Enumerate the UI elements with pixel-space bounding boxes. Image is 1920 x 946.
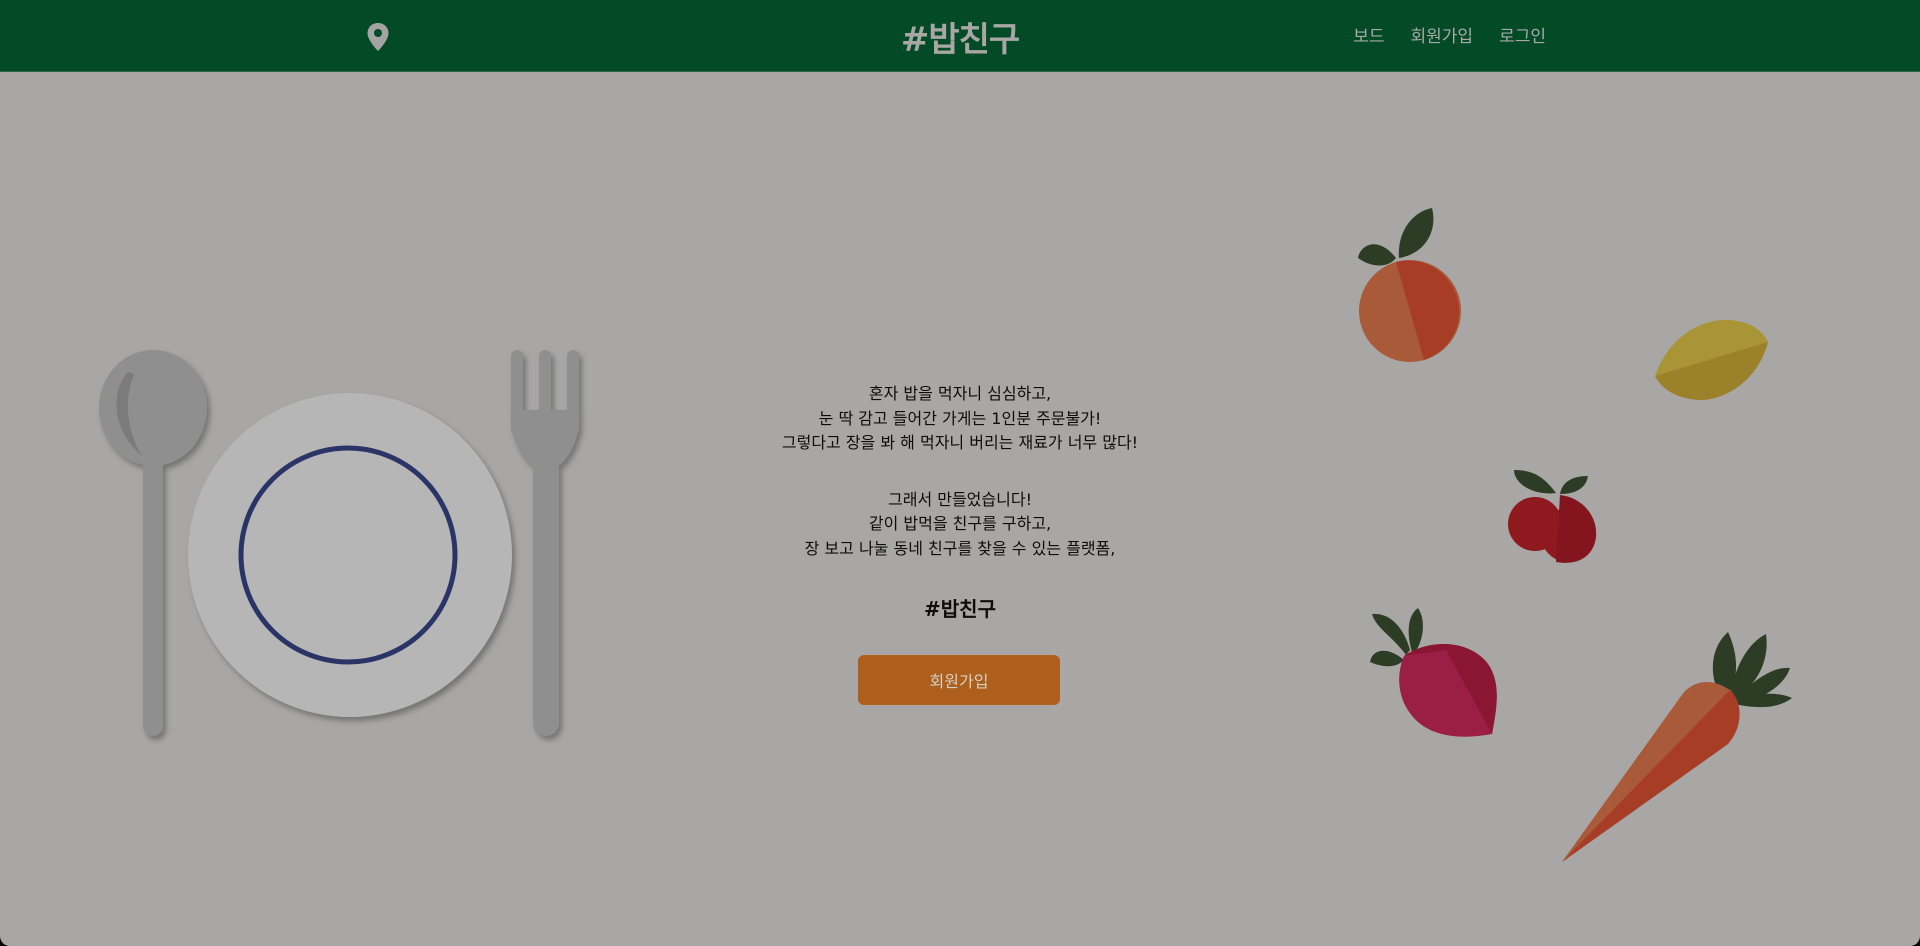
orange-icon xyxy=(1358,208,1461,362)
hero-intro: 혼자 밥을 먹자니 심심하고, 눈 딱 감고 들어간 가게는 1인분 주문불가!… xyxy=(760,382,1160,622)
plate-icon xyxy=(188,393,512,717)
carrot-icon xyxy=(1562,632,1792,862)
intro-line: 같이 밥먹을 친구를 구하고, xyxy=(868,514,1052,533)
landing-page: #밥친구 보드 회원가입 로그인 혼자 밥을 먹자니 심심하고, 눈 딱 감고 … xyxy=(0,0,1920,946)
intro-line: 그래서 만들었습니다! xyxy=(888,489,1032,509)
intro-line: 장 보고 나눌 동네 친구를 찾을 수 있는 플랫폼, xyxy=(804,538,1116,558)
fork-icon xyxy=(510,350,580,736)
lemon-icon xyxy=(1655,319,1768,400)
signup-button[interactable]: 회원가입 xyxy=(858,655,1060,705)
beet-icon xyxy=(1370,608,1497,737)
intro-line: 그렇다고 장을 봐 해 먹자니 버리는 재료가 너무 많다! xyxy=(781,433,1139,452)
intro-line: 눈 딱 감고 들어간 가게는 1인분 주문불가! xyxy=(818,408,1102,428)
apple-icon xyxy=(1508,470,1597,563)
intro-line: 혼자 밥을 먹자니 심심하고, xyxy=(868,384,1052,403)
hero-brand-title: #밥친구 xyxy=(924,597,996,621)
